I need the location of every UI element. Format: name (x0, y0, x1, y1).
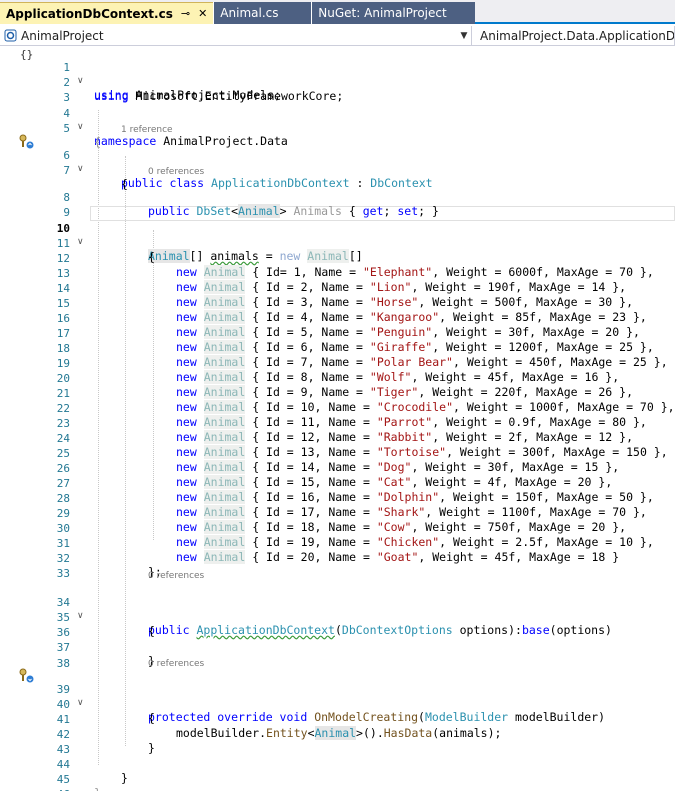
code-line: 27 new Animal { Id = 16, Name = "Dolphin… (0, 462, 675, 504)
code-line: 46 (0, 773, 675, 791)
code-line: 19 new Animal { Id = 8, Name = "Wolf", W… (0, 342, 675, 384)
code-line: 28 new Animal { Id = 17, Name = "Shark",… (0, 477, 675, 519)
code-line: 33 (0, 552, 675, 580)
code-line: 18 new Animal { Id = 7, Name = "Polar Be… (0, 327, 675, 369)
navigation-bar: AnimalProject ▼ AnimalProject.Data.Appli… (0, 26, 675, 46)
code-line: 37 } (0, 626, 675, 668)
code-line: 29 new Animal { Id = 18, Name = "Cow", W… (0, 492, 675, 534)
code-line: 34 ∨ public ApplicationDbContext(DbConte… (0, 581, 675, 637)
code-line: 43 (0, 728, 675, 756)
code-line: 7 { (0, 149, 675, 191)
code-line: 23 new Animal { Id = 12, Name = "Rabbit"… (0, 402, 675, 444)
code-line: 4 ∨ namespace AnimalProject.Data (0, 92, 675, 148)
code-line: 30 new Animal { Id = 19, Name = "Chicken… (0, 507, 675, 549)
code-line: 26 new Animal { Id = 15, Name = "Cat", W… (0, 447, 675, 489)
code-line: 11 { (0, 222, 675, 264)
csharp-project-icon (4, 29, 17, 42)
code-line: 22 new Animal { Id = 11, Name = "Parrot"… (0, 387, 675, 429)
tab-nuget-animalproject[interactable]: NuGet: AnimalProject (311, 2, 476, 24)
line-number: 33 (56, 567, 70, 580)
code-line: 1 ∨ using AnimalProject.Models; (0, 46, 675, 102)
code-line: 36 (0, 611, 675, 639)
code-line: 3 (0, 76, 675, 104)
chevron-down-icon: ▼ (460, 30, 468, 41)
code-line: 16 new Animal { Id = 5, Name = "Penguin"… (0, 297, 675, 339)
code-line: 45 } (0, 758, 675, 791)
tab-animal-cs[interactable]: Animal.cs (213, 2, 312, 24)
code-line: 15 new Animal { Id = 4, Name = "Kangaroo… (0, 282, 675, 324)
fold-icon[interactable]: ∨ (77, 120, 86, 135)
code-line: 44 } (0, 743, 675, 785)
code-line: 24 new Animal { Id = 13, Name = "Tortois… (0, 417, 675, 459)
tab-label: ApplicationDbContext.cs (6, 6, 173, 21)
code-line: 35 { (0, 596, 675, 638)
pin-icon[interactable]: ⊸ (181, 7, 190, 20)
member-dropdown[interactable]: AnimalProject.Data.ApplicationDbContext (472, 26, 675, 45)
code-line: 9 (0, 191, 675, 219)
code-line: 6 ∨ public class ApplicationDbContext : … (0, 134, 675, 190)
code-line: 8 public DbSet<Animal> Animals { get; se… (0, 176, 675, 218)
code-line: 41 modelBuilder.Entity<Animal>().HasData… (0, 698, 675, 740)
line-number: 46 (44, 787, 70, 791)
fold-icon[interactable]: ∨ (77, 162, 86, 177)
code-line: 39 ∨ protected override void OnModelCrea… (0, 668, 675, 724)
code-line: 20 new Animal { Id = 9, Name = "Tiger", … (0, 357, 675, 399)
code-line: 2 using Microsoft.EntityFrameworkCore; (0, 61, 675, 103)
code-line: 42 } (0, 713, 675, 755)
code-line: 12 new Animal { Id= 1, Name = "Elephant"… (0, 237, 675, 279)
code-line: 32 }; (0, 537, 675, 579)
code-line: 25 new Animal { Id = 14, Name = "Dog", W… (0, 432, 675, 474)
code-line: 5 { (0, 107, 675, 149)
code-line: 17 new Animal { Id = 6, Name = "Giraffe"… (0, 312, 675, 354)
code-line: 38 (0, 642, 675, 670)
document-tab-strip: ApplicationDbContext.cs ⊸ ✕ Animal.cs Nu… (0, 0, 675, 24)
code-line: 40 { (0, 683, 675, 725)
tab-applicationdbcontext[interactable]: ApplicationDbContext.cs ⊸ ✕ (0, 2, 214, 24)
tab-label: Animal.cs (220, 6, 279, 20)
close-icon[interactable]: ✕ (198, 7, 207, 20)
code-line: 10 ∨ Animal[] animals = new Animal[] (0, 207, 675, 263)
code-line: 14 new Animal { Id = 3, Name = "Horse", … (0, 267, 675, 309)
tab-label: NuGet: AnimalProject (318, 6, 447, 20)
code-line: 21 new Animal { Id = 10, Name = "Crocodi… (0, 372, 675, 414)
code-line: 13 new Animal { Id = 2, Name = "Lion", W… (0, 252, 675, 294)
code-editor[interactable]: {} 1 ∨ using AnimalProject.Models; 2 usi… (0, 46, 675, 791)
project-dropdown[interactable]: AnimalProject ▼ (0, 26, 472, 45)
project-name: AnimalProject (21, 28, 104, 43)
code-line: 31 new Animal { Id = 20, Name = "Goat", … (0, 522, 675, 564)
member-name: AnimalProject.Data.ApplicationDbContext (480, 28, 675, 43)
